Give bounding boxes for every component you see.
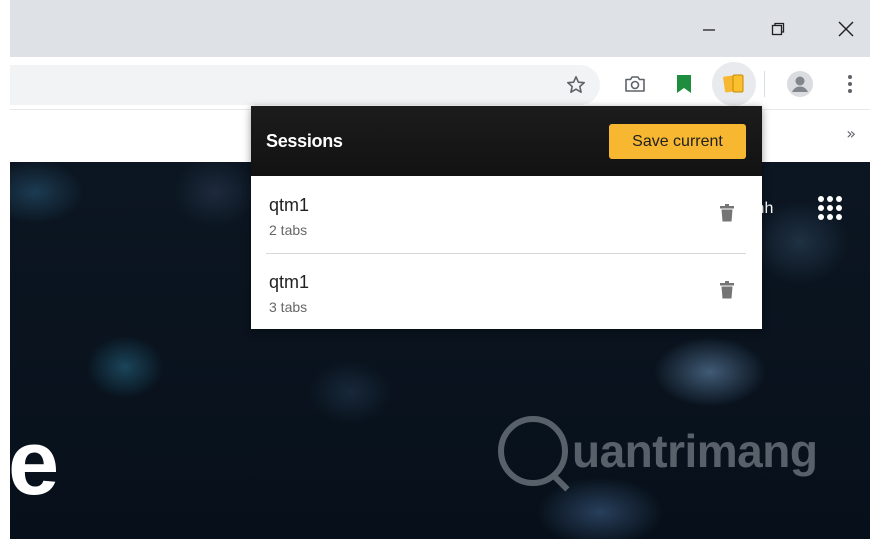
browser-window: » inh e uantrimang Sessions Save current…	[10, 0, 870, 539]
toolbar-divider	[764, 71, 765, 97]
address-bar[interactable]	[10, 65, 600, 105]
session-name: qtm1	[269, 272, 310, 292]
watermark: uantrimang	[498, 416, 818, 486]
star-icon[interactable]	[561, 70, 591, 100]
hero-letter: e	[10, 412, 60, 514]
restore-icon[interactable]	[755, 10, 801, 48]
session-tab-count: 3 tabs	[269, 299, 308, 315]
popup-title: Sessions	[266, 131, 343, 151]
watermark-text: uantrimang	[572, 425, 818, 477]
menu-icon[interactable]	[835, 69, 865, 99]
apps-grid-icon[interactable]	[818, 196, 842, 220]
bookmark-icon[interactable]	[669, 69, 699, 99]
toolbar	[10, 57, 870, 110]
trash-icon[interactable]	[720, 281, 734, 299]
session-item[interactable]: qtm1 3 tabs	[251, 253, 762, 330]
save-current-button[interactable]: Save current	[609, 124, 746, 159]
profile-icon[interactable]	[785, 69, 815, 99]
session-item[interactable]: qtm1 2 tabs	[251, 176, 762, 253]
watermark-logo-icon	[498, 416, 568, 486]
popup-header: Sessions Save current	[251, 106, 762, 176]
trash-icon[interactable]	[720, 204, 734, 222]
sessions-popup: Sessions Save current qtm1 2 tabs qtm1 3…	[251, 106, 762, 329]
bookmarks-overflow-icon[interactable]: »	[846, 124, 856, 143]
session-tab-count: 2 tabs	[269, 222, 308, 238]
title-bar	[10, 0, 870, 57]
camera-icon[interactable]	[620, 69, 650, 99]
close-icon[interactable]	[823, 10, 869, 48]
minimize-icon[interactable]	[686, 10, 732, 48]
sessions-extension-icon[interactable]	[712, 62, 756, 106]
session-name: qtm1	[269, 195, 310, 215]
